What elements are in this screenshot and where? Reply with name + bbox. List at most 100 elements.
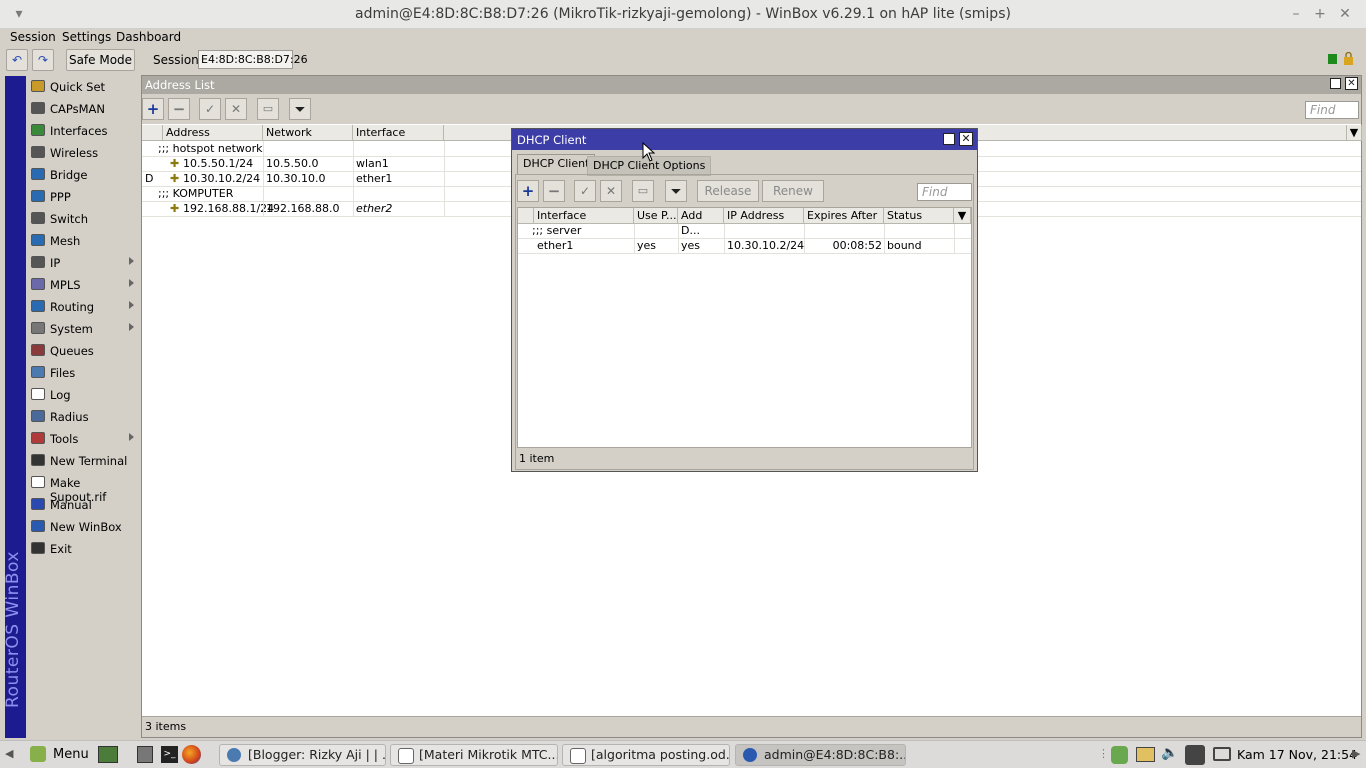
disable-icon[interactable]: ✕ bbox=[225, 98, 247, 120]
sidebar-item-bridge[interactable]: Bridge bbox=[26, 164, 140, 186]
battery-icon[interactable] bbox=[1213, 747, 1231, 761]
task-materi-mikrotik[interactable]: [Materi Mikrotik MTC... bbox=[390, 744, 558, 766]
terminal-launcher-icon[interactable]: >_ bbox=[161, 746, 178, 763]
dhcp-restore-icon[interactable] bbox=[943, 133, 955, 145]
network-signal-icon[interactable] bbox=[1185, 745, 1205, 765]
task-algoritma-posting[interactable]: [algoritma posting.od... bbox=[562, 744, 730, 766]
dhcp-expires-cell[interactable]: 00:08:52 bbox=[804, 239, 882, 252]
column-header-interface[interactable]: Interface bbox=[353, 125, 444, 141]
interface-cell[interactable]: ether2 bbox=[356, 202, 392, 215]
sidebar-item-label: New WinBox bbox=[50, 520, 122, 534]
redo-icon[interactable]: ↷ bbox=[32, 49, 54, 71]
sidebar-item-make-supout-rif[interactable]: Make Supout.rif bbox=[26, 472, 140, 504]
sidebar-item-quick-set[interactable]: Quick Set bbox=[26, 76, 140, 98]
sidebar-item-new-winbox[interactable]: New WinBox bbox=[26, 516, 140, 538]
maximize-icon[interactable]: + bbox=[1310, 5, 1330, 23]
sidebar-item-tools[interactable]: Tools bbox=[26, 428, 140, 450]
firefox-icon[interactable] bbox=[182, 745, 201, 764]
close-icon[interactable]: ✕ bbox=[1335, 5, 1355, 23]
file-manager-icon[interactable] bbox=[137, 746, 153, 763]
volume-icon[interactable]: 🔈 bbox=[1161, 745, 1178, 761]
session-field[interactable]: E4:8D:8C:B8:D7:26 bbox=[198, 50, 308, 69]
restore-window-icon[interactable] bbox=[1330, 78, 1341, 89]
comment-row: ;;; hotspot network bbox=[158, 142, 263, 155]
shield-icon[interactable] bbox=[1111, 746, 1128, 764]
tab-dhcp-client[interactable]: DHCP Client bbox=[517, 154, 596, 174]
dhcp-add-icon[interactable]: + bbox=[517, 180, 539, 202]
sidebar-item-switch[interactable]: Switch bbox=[26, 208, 140, 230]
sidebar-item-queues[interactable]: Queues bbox=[26, 340, 140, 362]
close-window-icon[interactable]: ✕ bbox=[1345, 77, 1358, 90]
dhcp-interface-cell[interactable]: ether1 bbox=[537, 239, 573, 252]
menu-dashboard[interactable]: Dashboard bbox=[116, 30, 181, 44]
update-manager-icon[interactable] bbox=[1136, 747, 1155, 762]
dhcp-ip-cell[interactable]: 10.30.10.2/24 bbox=[727, 239, 804, 252]
network-cell[interactable]: 10.5.50.0 bbox=[266, 157, 318, 170]
dhcp-use-peer-cell[interactable]: yes bbox=[637, 239, 656, 252]
renew-button[interactable]: Renew bbox=[762, 180, 824, 202]
dhcp-column-chooser-icon[interactable]: ▼ bbox=[954, 208, 971, 224]
dhcp-enable-icon[interactable]: ✓ bbox=[574, 180, 596, 202]
interface-cell[interactable]: ether1 bbox=[356, 172, 392, 185]
sidebar-item-new-terminal[interactable]: New Terminal bbox=[26, 450, 140, 472]
task-blogger[interactable]: [Blogger: Rizky Aji | | ... bbox=[219, 744, 386, 766]
network-cell[interactable]: 10.30.10.0 bbox=[266, 172, 325, 185]
sidebar-item-ip[interactable]: IP bbox=[26, 252, 140, 274]
show-desktop-icon[interactable] bbox=[98, 746, 118, 763]
menu-session[interactable]: Session bbox=[10, 30, 56, 44]
sidebar-item-capsman[interactable]: CAPsMAN bbox=[26, 98, 140, 120]
sidebar-item-ppp[interactable]: PPP bbox=[26, 186, 140, 208]
sidebar-item-system[interactable]: System bbox=[26, 318, 140, 340]
task-winbox-active[interactable]: admin@E4:8D:8C:B8:... bbox=[735, 744, 906, 766]
minimize-icon[interactable]: – bbox=[1286, 5, 1306, 23]
taskbar-left-arrow-icon[interactable]: ◀ bbox=[5, 747, 13, 760]
dhcp-remove-icon[interactable]: − bbox=[543, 180, 565, 202]
address-cell[interactable]: 10.30.10.2/24 bbox=[183, 172, 260, 185]
dhcp-close-icon[interactable]: ✕ bbox=[959, 132, 973, 146]
address-cell[interactable]: 10.5.50.1/24 bbox=[183, 157, 253, 170]
dhcp-column-header-3[interactable]: IP Address bbox=[724, 208, 804, 224]
dhcp-disable-icon[interactable]: ✕ bbox=[600, 180, 622, 202]
dhcp-add-default-cell[interactable]: yes bbox=[681, 239, 700, 252]
menu-settings[interactable]: Settings bbox=[62, 30, 111, 44]
filter-icon[interactable]: ⏷ bbox=[289, 98, 311, 120]
dhcp-column-header-2[interactable]: Add D... bbox=[678, 208, 724, 237]
sidebar-item-radius[interactable]: Radius bbox=[26, 406, 140, 428]
sidebar-item-wireless[interactable]: Wireless bbox=[26, 142, 140, 164]
column-header-network[interactable]: Network bbox=[263, 125, 353, 141]
comment-icon[interactable]: ▭ bbox=[257, 98, 279, 120]
dhcp-column-header-5[interactable]: Status bbox=[884, 208, 954, 224]
sidebar-item-interfaces[interactable]: Interfaces bbox=[26, 120, 140, 142]
enable-icon[interactable]: ✓ bbox=[199, 98, 221, 120]
address-cell[interactable]: 192.168.88.1/24 bbox=[183, 202, 274, 215]
dhcp-column-header-1[interactable]: Use P... bbox=[634, 208, 678, 224]
address-find-input[interactable]: Find bbox=[1305, 101, 1359, 119]
column-header-address[interactable]: Address bbox=[163, 125, 263, 141]
network-cell[interactable]: 192.168.88.0 bbox=[266, 202, 339, 215]
add-icon[interactable]: + bbox=[142, 98, 164, 120]
start-menu-button[interactable]: Menu bbox=[27, 744, 93, 766]
taskbar-right-arrow-icon[interactable]: ▶ bbox=[1352, 747, 1360, 760]
sidebar-item-manual[interactable]: Manual bbox=[26, 494, 140, 516]
safe-mode-button[interactable]: Safe Mode bbox=[66, 49, 135, 71]
release-button[interactable]: Release bbox=[697, 180, 759, 202]
interface-cell[interactable]: wlan1 bbox=[356, 157, 389, 170]
sidebar-item-exit[interactable]: Exit bbox=[26, 538, 140, 560]
sidebar-item-files[interactable]: Files bbox=[26, 362, 140, 384]
remove-icon[interactable]: − bbox=[168, 98, 190, 120]
undo-icon[interactable]: ↶ bbox=[6, 49, 28, 71]
dhcp-column-header-4[interactable]: Expires After bbox=[804, 208, 884, 224]
sidebar-item-mpls[interactable]: MPLS bbox=[26, 274, 140, 296]
sidebar-item-label: MPLS bbox=[50, 278, 81, 292]
column-chooser-icon[interactable]: ▼ bbox=[1347, 125, 1362, 141]
sidebar-item-log[interactable]: Log bbox=[26, 384, 140, 406]
dhcp-status-cell[interactable]: bound bbox=[887, 239, 922, 252]
dhcp-column-header-0[interactable]: Interface bbox=[534, 208, 634, 224]
sidebar-item-routing[interactable]: Routing bbox=[26, 296, 140, 318]
dhcp-comment-icon[interactable]: ▭ bbox=[632, 180, 654, 202]
sidebar-item-mesh[interactable]: Mesh bbox=[26, 230, 140, 252]
dhcp-filter-icon[interactable]: ⏷ bbox=[665, 180, 687, 202]
dhcp-find-input[interactable]: Find bbox=[917, 183, 972, 201]
dhcp-client-titlebar[interactable]: DHCP Client ✕ bbox=[512, 129, 977, 150]
clock[interactable]: Kam 17 Nov, 21:54 bbox=[1237, 747, 1357, 762]
